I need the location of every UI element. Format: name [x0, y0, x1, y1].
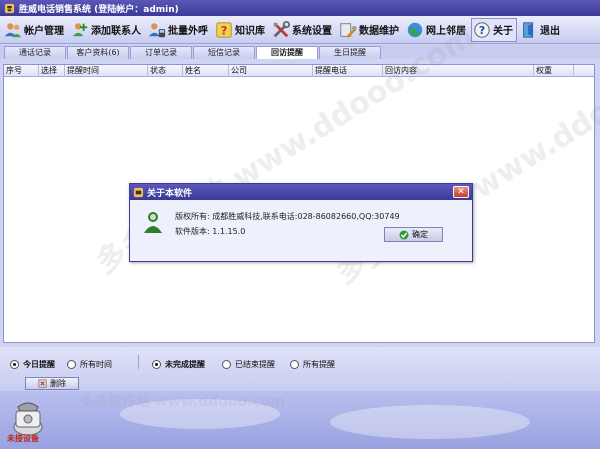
- radio-incomplete-reminders[interactable]: 未完成提醒: [152, 359, 205, 370]
- device-status-label: 未接设备: [7, 434, 39, 443]
- ok-button[interactable]: 确定: [384, 227, 443, 242]
- system-settings-button[interactable]: 系统设置: [270, 18, 336, 42]
- tab-order-records[interactable]: 订单记录: [130, 46, 192, 59]
- maintenance-icon: [340, 22, 357, 38]
- dialog-title-bar: 关于本软件: [130, 184, 472, 200]
- dialog-close-button[interactable]: ✕: [453, 186, 469, 198]
- radio-all-time[interactable]: 所有时间: [67, 359, 112, 370]
- divider: [138, 355, 139, 369]
- data-maintenance-button[interactable]: 数据维护: [337, 18, 403, 42]
- exit-button[interactable]: 退出: [518, 18, 564, 42]
- add-contact-button[interactable]: 添加联系人: [69, 18, 145, 42]
- radio-dot: [222, 360, 231, 369]
- filter-bar: 今日提醒 所有时间 未完成提醒 已结束提醒 所有提醒 删除: [0, 347, 600, 391]
- user-icon: [144, 212, 162, 233]
- radio-dot: [67, 360, 76, 369]
- batch-call-button[interactable]: 批量外呼: [146, 18, 212, 42]
- knowledge-base-button[interactable]: ? 知识库: [213, 18, 269, 42]
- window-title-bar: 胜威电话销售系统 (登陆帐户：admin): [0, 0, 600, 16]
- status-area: 多多软件站 www.ddooo.com 未接设备: [0, 391, 600, 449]
- help-icon: ?: [216, 21, 232, 38]
- users-icon: [4, 22, 22, 37]
- tools-icon: [273, 20, 290, 37]
- column-header-status[interactable]: 状态: [148, 65, 183, 77]
- tab-customer-info[interactable]: 客户资料(6): [67, 46, 129, 59]
- delete-button[interactable]: 删除: [25, 377, 79, 390]
- about-button[interactable]: ? 关于: [471, 17, 517, 42]
- column-header-content[interactable]: 回访内容: [383, 65, 534, 77]
- batch-call-icon: [148, 22, 166, 37]
- column-header-remind-time[interactable]: 提醒时间: [65, 65, 148, 77]
- app-phone-icon: [4, 3, 15, 13]
- radio-today-reminders[interactable]: 今日提醒: [10, 359, 55, 370]
- column-header-company[interactable]: 公司: [229, 65, 313, 77]
- delete-icon: [38, 379, 47, 388]
- radio-all-reminders[interactable]: 所有提醒: [290, 359, 335, 370]
- column-header-weight[interactable]: 权重: [534, 65, 574, 77]
- tab-sms-records[interactable]: 短信记录: [193, 46, 255, 59]
- radio-finished-reminders[interactable]: 已结束提醒: [222, 359, 275, 370]
- main-toolbar: 帐户管理 添加联系人 批量外呼 ? 知识库 系统设置 数据维护 网上邻居 ? 关…: [0, 16, 600, 44]
- radio-dot: [290, 360, 299, 369]
- dialog-copyright: 版权所有: 成都胜威科技,联系电话:028-86082660,QQ:30749: [175, 212, 400, 221]
- decorative-cloud: [120, 399, 280, 429]
- globe-icon: [407, 22, 423, 37]
- column-header-index[interactable]: 序号: [4, 65, 39, 77]
- column-header-name[interactable]: 姓名: [183, 65, 229, 77]
- add-contact-icon: [72, 22, 88, 36]
- window-title: 胜威电话销售系统 (登陆帐户：admin): [19, 4, 179, 15]
- svg-text:?: ?: [221, 23, 228, 37]
- dialog-title: 关于本软件: [147, 188, 193, 199]
- decorative-cloud: [330, 405, 530, 439]
- account-management-button[interactable]: 帐户管理: [2, 18, 68, 42]
- about-dialog: 关于本软件 ✕ 版权所有: 成都胜威科技,联系电话:028-86082660,Q…: [129, 183, 473, 262]
- table-header: 序号 选择 提醒时间 状态 姓名 公司 提醒电话 回访内容 权重: [4, 65, 594, 77]
- tab-bar: 通话记录 客户资料(6) 订单记录 短信记录 回访提醒 生日提醒: [0, 45, 600, 59]
- svg-text:?: ?: [479, 24, 485, 37]
- tab-birthday-reminders[interactable]: 生日提醒: [319, 46, 381, 59]
- radio-dot: [10, 360, 19, 369]
- check-icon: [399, 230, 409, 239]
- tab-call-records[interactable]: 通话记录: [4, 46, 66, 59]
- dialog-app-icon: [133, 187, 144, 197]
- tab-followup-reminders[interactable]: 回访提醒: [256, 46, 318, 59]
- column-header-phone[interactable]: 提醒电话: [313, 65, 383, 77]
- network-neighbors-button[interactable]: 网上邻居: [404, 18, 470, 42]
- exit-door-icon: [523, 21, 534, 38]
- radio-dot: [152, 360, 161, 369]
- about-icon: ?: [474, 21, 490, 38]
- dialog-version: 软件版本: 1.1.15.0: [175, 227, 246, 236]
- column-header-select[interactable]: 选择: [39, 65, 65, 77]
